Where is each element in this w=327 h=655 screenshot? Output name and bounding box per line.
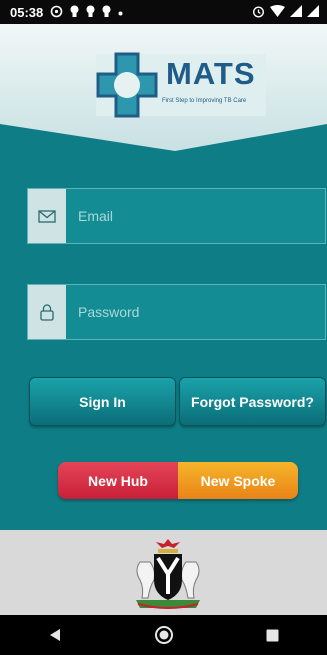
header: MATS First Step to Improving TB Care <box>0 24 327 154</box>
home-icon[interactable] <box>144 615 184 655</box>
new-spoke-button[interactable]: New Spoke <box>178 462 298 499</box>
alarm-icon <box>252 5 265 20</box>
sign-in-button[interactable]: Sign In <box>29 377 176 426</box>
forgot-password-button[interactable]: Forgot Password? <box>179 377 326 426</box>
signal-icon <box>307 5 319 19</box>
hub-spoke-group: New Hub New Spoke <box>58 462 298 499</box>
password-input[interactable] <box>66 285 325 339</box>
envelope-icon <box>28 189 66 243</box>
navigation-bar <box>0 615 327 655</box>
bulb-icon <box>102 5 111 20</box>
dot-icon <box>118 6 123 18</box>
email-field[interactable] <box>27 188 326 244</box>
signal-icon <box>290 5 302 19</box>
status-bar: 05:38 <box>0 0 327 24</box>
mats-logo: MATS First Step to Improving TB Care <box>96 52 266 118</box>
app-screen: 05:38 MATS First Step to Improving TB Ca… <box>0 0 327 655</box>
password-field[interactable] <box>27 284 326 340</box>
wifi-icon <box>270 5 285 19</box>
coat-of-arms-icon <box>136 539 200 609</box>
recents-icon[interactable] <box>253 615 293 655</box>
email-input[interactable] <box>66 189 325 243</box>
whatsapp-icon <box>50 5 63 20</box>
back-icon[interactable] <box>35 615 75 655</box>
bulb-icon <box>70 5 79 20</box>
new-hub-button[interactable]: New Hub <box>58 462 178 499</box>
footer <box>0 530 327 615</box>
status-time: 05:38 <box>10 4 44 20</box>
lock-icon <box>28 285 66 339</box>
cross-logo-icon <box>96 52 158 118</box>
logo-tagline: First Step to Improving TB Care <box>162 98 247 104</box>
logo-title: MATS <box>166 56 256 91</box>
bulb-icon <box>86 5 95 20</box>
